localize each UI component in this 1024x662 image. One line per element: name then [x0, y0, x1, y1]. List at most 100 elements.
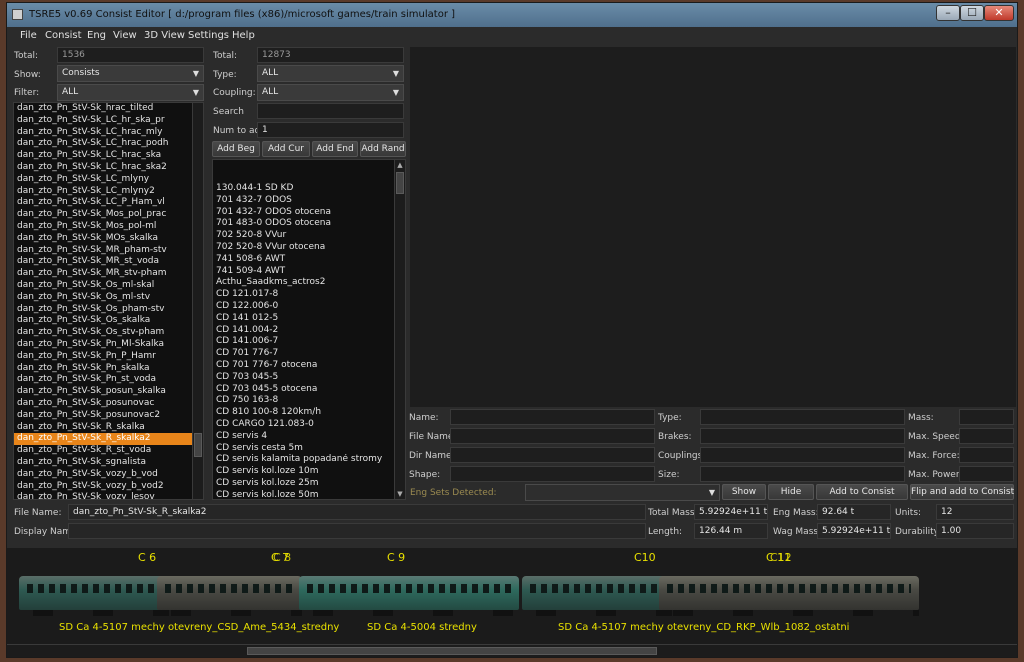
eng-list[interactable]: 130.044-1 SD KD 701 432-7 ODOS 701 432-7 O…: [212, 159, 406, 500]
list-item-selected[interactable]: dan_zto_Pn_StV-Sk_R_skalka2: [14, 433, 203, 446]
add-end-button[interactable]: Add End: [312, 141, 358, 157]
consist-train-view[interactable]: C 6 C 7 C 8 C 9 C10 C 11 C12 SD Ca 4-510…: [7, 548, 1017, 646]
scrollbar-thumb[interactable]: [194, 433, 202, 457]
show-select[interactable]: Consists ▼: [57, 65, 204, 82]
list-item[interactable]: dan_zto_Pn_StV-Sk_hrac_tilted: [14, 103, 203, 115]
list-item[interactable]: CD servis cesta 5m: [213, 443, 405, 455]
menu-help[interactable]: Help: [232, 30, 255, 41]
list-item[interactable]: dan_zto_Pn_StV-Sk_vozy_b_vod2: [14, 481, 203, 493]
num-to-add-input[interactable]: 1: [257, 122, 404, 138]
list-item[interactable]: dan_zto_Pn_StV-Sk_posun_skalka: [14, 386, 203, 398]
scrollbar-thumb[interactable]: [396, 172, 404, 194]
list-item[interactable]: CD servis kol.loze 50m: [213, 490, 405, 499]
list-item[interactable]: Acthu_Saadkms_actros2: [213, 277, 405, 289]
filter-select[interactable]: ALL ▼: [57, 84, 204, 101]
list-item[interactable]: dan_zto_Pn_StV-Sk_LC_hrac_ska2: [14, 162, 203, 174]
show-button[interactable]: Show: [722, 484, 766, 500]
add-beg-button[interactable]: Add Beg: [212, 141, 260, 157]
list-item[interactable]: dan_zto_Pn_StV-Sk_posunovac: [14, 398, 203, 410]
list-item[interactable]: CD 750 163-8: [213, 395, 405, 407]
consist-list-scrollbar[interactable]: [192, 103, 203, 499]
display-name-field[interactable]: [68, 523, 646, 539]
durability-spinner[interactable]: 1.00: [936, 523, 1014, 539]
list-item[interactable]: CD 141.004-2: [213, 325, 405, 337]
list-item[interactable]: dan_zto_Pn_StV-Sk_LC_hrac_podh: [14, 138, 203, 150]
list-item[interactable]: 130.044-1 SD KD: [213, 183, 405, 195]
scroll-up-icon[interactable]: ▲: [395, 160, 405, 170]
list-item[interactable]: dan_zto_Pn_StV-Sk_vozy_b_vod: [14, 469, 203, 481]
add-to-consist-button[interactable]: Add to Consist: [816, 484, 908, 500]
hide-button[interactable]: Hide: [768, 484, 814, 500]
3d-viewport[interactable]: [410, 47, 1016, 407]
list-item[interactable]: CD servis 4: [213, 431, 405, 443]
list-item[interactable]: dan_zto_Pn_StV-Sk_vozy_lesov: [14, 492, 203, 499]
train-car[interactable]: [522, 576, 672, 616]
list-item[interactable]: dan_zto_Pn_StV-Sk_R_st_voda: [14, 445, 203, 457]
list-item[interactable]: CD CARGO 121.083-0: [213, 419, 405, 431]
train-car[interactable]: [19, 576, 169, 616]
list-item[interactable]: dan_zto_Pn_StV-Sk_Pn_skalka: [14, 363, 203, 375]
list-item[interactable]: dan_zto_Pn_StV-Sk_LC_hrac_mly: [14, 127, 203, 139]
menu-file[interactable]: File: [20, 30, 37, 41]
list-item[interactable]: dan_zto_Pn_StV-Sk_MR_pham-stv: [14, 245, 203, 257]
add-rand-button[interactable]: Add Rand: [360, 141, 406, 157]
list-item[interactable]: dan_zto_Pn_StV-Sk_Pn_st_voda: [14, 374, 203, 386]
list-item[interactable]: dan_zto_Pn_StV-Sk_LC_mlyny2: [14, 186, 203, 198]
menu-settings[interactable]: Settings: [188, 30, 229, 41]
train-car[interactable]: [157, 576, 302, 616]
list-item[interactable]: dan_zto_Pn_StV-Sk_MOs_skalka: [14, 233, 203, 245]
list-item[interactable]: dan_zto_Pn_StV-Sk_LC_mlyny: [14, 174, 203, 186]
minimize-button[interactable]: –: [936, 5, 960, 21]
list-item[interactable]: dan_zto_Pn_StV-Sk_posunovac2: [14, 410, 203, 422]
list-item[interactable]: CD 701 776-7: [213, 348, 405, 360]
train-car[interactable]: [299, 576, 519, 616]
list-item[interactable]: CD 701 776-7 otocena: [213, 360, 405, 372]
list-item[interactable]: dan_zto_Pn_StV-Sk_Os_ml-stv: [14, 292, 203, 304]
list-item[interactable]: 701 432-7 ODOS otocena: [213, 207, 405, 219]
scroll-down-icon[interactable]: ▼: [395, 489, 405, 499]
list-item[interactable]: CD servis kol.loze 25m: [213, 478, 405, 490]
list-item[interactable]: 741 509-4 AWT: [213, 266, 405, 278]
list-item[interactable]: CD servis kol.loze 10m: [213, 466, 405, 478]
list-item[interactable]: CD 141.006-7: [213, 336, 405, 348]
eng-list-scrollbar[interactable]: ▲ ▼: [394, 160, 405, 499]
list-item[interactable]: CD 703 045-5 otocena: [213, 384, 405, 396]
type-select[interactable]: ALL ▼: [257, 65, 404, 82]
list-item[interactable]: CD 121.017-8: [213, 289, 405, 301]
flip-add-to-consist-button[interactable]: Flip and add to Consist: [910, 484, 1014, 500]
list-item[interactable]: CD servis kalamita popadané stromy: [213, 454, 405, 466]
train-car[interactable]: [659, 576, 919, 616]
list-item[interactable]: 702 520-8 VVur: [213, 230, 405, 242]
consist-list[interactable]: dan_zto_Pn_StV-Sk_hrac_tilted dan_zto_Pn_…: [13, 102, 204, 500]
list-item[interactable]: dan_zto_Pn_StV-Sk_LC_hr_ska_pr: [14, 115, 203, 127]
title-bar[interactable]: TSRE5 v0.69 Consist Editor [ d:/program …: [7, 3, 1017, 27]
list-item[interactable]: dan_zto_Pn_StV-Sk_Mos_pol_prac: [14, 209, 203, 221]
search-input[interactable]: [257, 103, 404, 119]
list-item[interactable]: CD 703 045-5: [213, 372, 405, 384]
list-item[interactable]: CD 141 012-5: [213, 313, 405, 325]
list-item[interactable]: dan_zto_Pn_StV-Sk_Pn_Ml-Skalka: [14, 339, 203, 351]
list-item[interactable]: dan_zto_Pn_StV-Sk_LC_P_Ham_vl: [14, 197, 203, 209]
list-item[interactable]: dan_zto_Pn_StV-Sk_MR_stv-pham: [14, 268, 203, 280]
scrollbar-thumb[interactable]: [247, 647, 657, 655]
menu-eng[interactable]: Eng: [87, 30, 106, 41]
list-item[interactable]: dan_zto_Pn_StV-Sk_R_skalka: [14, 422, 203, 434]
list-item[interactable]: 701 432-7 ODOS: [213, 195, 405, 207]
eng-sets-select[interactable]: ▼: [525, 484, 720, 501]
list-item[interactable]: 701 483-0 ODOS otocena: [213, 218, 405, 230]
list-item[interactable]: CD 810 100-8 120km/h: [213, 407, 405, 419]
list-item[interactable]: dan_zto_Pn_StV-Sk_Mos_pol-ml: [14, 221, 203, 233]
list-item[interactable]: 702 520-8 VVur otocena: [213, 242, 405, 254]
consist-filename-field[interactable]: dan_zto_Pn_StV-Sk_R_skalka2: [68, 504, 646, 520]
train-view-scrollbar[interactable]: [7, 644, 1017, 657]
list-item[interactable]: CD 122.006-0: [213, 301, 405, 313]
list-item[interactable]: dan_zto_Pn_StV-Sk_Os_stv-pham: [14, 327, 203, 339]
list-item[interactable]: dan_zto_Pn_StV-Sk_Os_skalka: [14, 315, 203, 327]
close-button[interactable]: ✕: [984, 5, 1014, 21]
menu-3d-view[interactable]: 3D View: [144, 30, 185, 41]
list-item[interactable]: 741 508-6 AWT: [213, 254, 405, 266]
coupling-select[interactable]: ALL ▼: [257, 84, 404, 101]
list-item[interactable]: dan_zto_Pn_StV-Sk_LC_hrac_ska: [14, 150, 203, 162]
add-cur-button[interactable]: Add Cur: [262, 141, 310, 157]
list-item[interactable]: dan_zto_Pn_StV-Sk_MR_st_voda: [14, 256, 203, 268]
